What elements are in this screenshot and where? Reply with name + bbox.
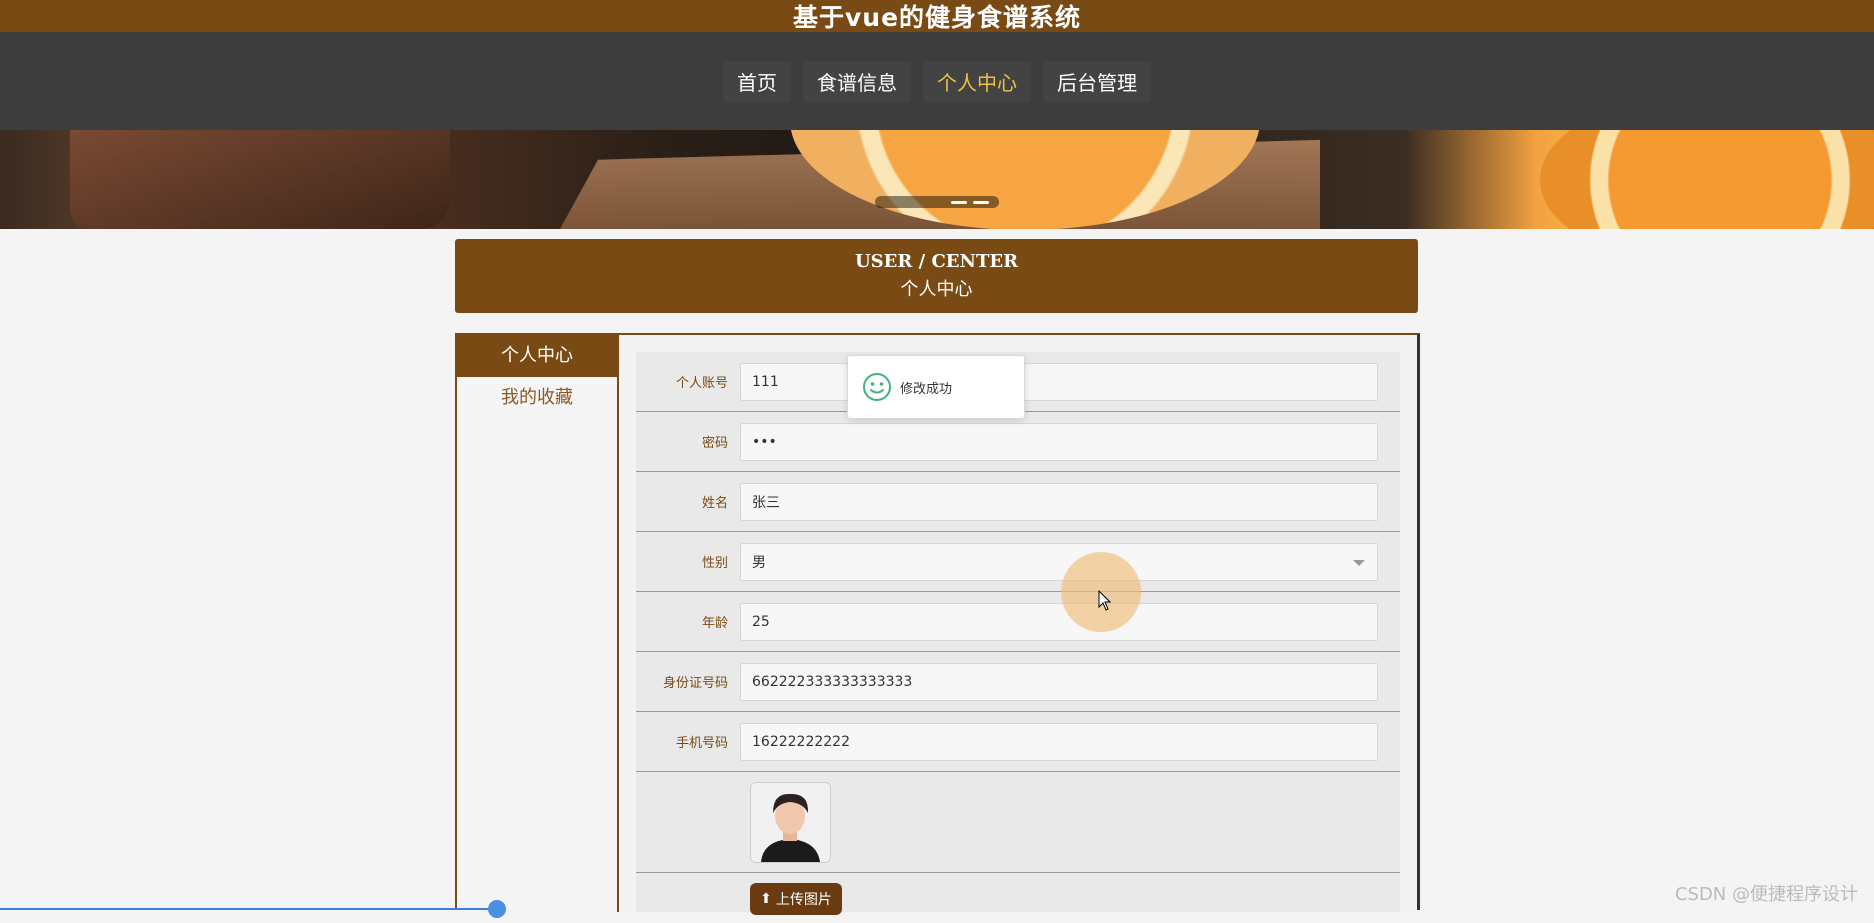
page-scrollbar-thumb[interactable] [488, 900, 506, 918]
success-toast: 修改成功 [847, 355, 1025, 419]
section-header: USER / CENTER 个人中心 [455, 239, 1418, 313]
form-row-phone: 手机号码 16222222222 [636, 712, 1400, 772]
form-row-idcard: 身份证号码 662222333333333333 [636, 652, 1400, 712]
nav-item-user-center[interactable]: 个人中心 [923, 61, 1031, 102]
side-item-user-center[interactable]: 个人中心 [457, 335, 617, 377]
form-row-upload: ⬆ 上传图片 [636, 873, 1400, 923]
carousel-indicators [875, 196, 999, 208]
form-row-age: 年龄 25 [636, 592, 1400, 652]
name-label: 姓名 [701, 496, 728, 511]
main-nav: 首页 食谱信息 个人中心 后台管理 [0, 32, 1874, 130]
gender-label: 性别 [701, 556, 728, 571]
side-item-favorites[interactable]: 我的收藏 [457, 377, 617, 419]
profile-form: 个人账号 111 密码 ••• 姓名 张三 性别 男 年龄 25 身份证号码 6… [636, 352, 1400, 915]
age-value: 25 [752, 613, 770, 630]
section-title-cn: 个人中心 [900, 279, 973, 300]
toast-message: 修改成功 [900, 381, 953, 397]
section-title-en: USER / CENTER [854, 251, 1019, 272]
phone-input[interactable]: 16222222222 [740, 722, 1378, 761]
avatar[interactable] [750, 782, 831, 863]
account-input[interactable]: 111 [740, 362, 1378, 401]
smile-icon [863, 373, 891, 401]
password-input[interactable]: ••• [740, 422, 1378, 461]
password-value: ••• [752, 433, 777, 450]
age-input[interactable]: 25 [740, 602, 1378, 641]
account-value: 111 [752, 373, 779, 390]
nav-item-recipes[interactable]: 食谱信息 [803, 61, 911, 102]
carousel-dot[interactable] [973, 200, 989, 204]
top-header: 基于vue的健身食谱系统 [0, 0, 1874, 32]
chevron-down-icon [1353, 559, 1365, 566]
age-label: 年龄 [701, 616, 728, 631]
idcard-value: 662222333333333333 [752, 673, 913, 690]
password-label: 密码 [701, 436, 728, 451]
banner-chocolate-image [70, 130, 450, 229]
upload-icon: ⬆ [760, 891, 772, 907]
phone-value: 16222222222 [752, 733, 850, 750]
form-row-avatar [636, 772, 1400, 873]
form-row-password: 密码 ••• [636, 412, 1400, 472]
user-center-panel: 个人中心 我的收藏 个人账号 111 密码 ••• 姓名 张三 性别 男 年龄 … [455, 333, 1420, 915]
site-title: 基于vue的健身食谱系统 [792, 3, 1082, 32]
mouse-cursor-icon [1098, 590, 1112, 611]
side-menu: 个人中心 我的收藏 [457, 335, 619, 912]
nav-item-admin[interactable]: 后台管理 [1043, 61, 1151, 102]
form-row-gender: 性别 男 [636, 532, 1400, 592]
name-value: 张三 [752, 494, 780, 511]
carousel-dot[interactable] [951, 200, 967, 204]
form-row-name: 姓名 张三 [636, 472, 1400, 532]
account-label: 个人账号 [675, 376, 728, 391]
nav-item-home[interactable]: 首页 [723, 61, 791, 102]
gender-value: 男 [752, 554, 766, 571]
gender-select[interactable]: 男 [740, 542, 1378, 581]
phone-label: 手机号码 [675, 736, 728, 751]
watermark: CSDN @便捷程序设计 [1674, 884, 1858, 905]
upload-image-label: 上传图片 [775, 892, 832, 908]
upload-image-button[interactable]: ⬆ 上传图片 [750, 883, 842, 915]
idcard-label: 身份证号码 [662, 676, 728, 691]
idcard-input[interactable]: 662222333333333333 [740, 662, 1378, 701]
name-input[interactable]: 张三 [740, 482, 1378, 521]
banner-orange-image-2 [1540, 130, 1874, 229]
banner-carousel[interactable] [0, 130, 1874, 229]
